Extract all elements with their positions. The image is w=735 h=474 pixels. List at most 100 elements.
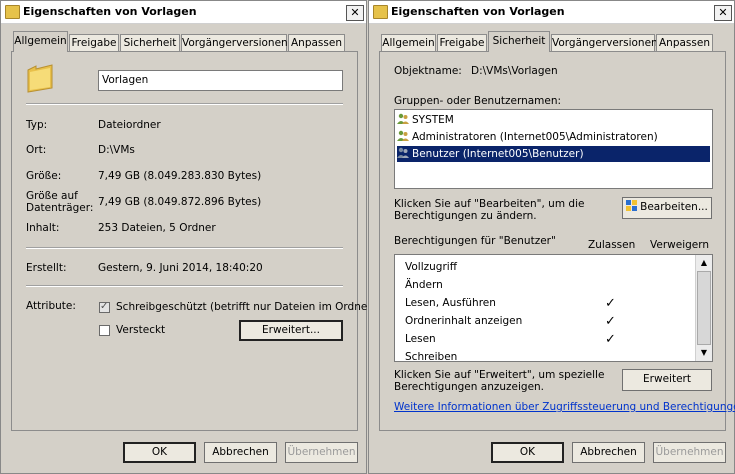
shield-icon — [626, 199, 638, 211]
readonly-label: Schreibgeschützt (betrifft nur Dateien i… — [116, 301, 376, 313]
users-icon — [397, 147, 409, 159]
readonly-checkbox[interactable]: ✓ — [99, 301, 110, 313]
window-title: Eigenschaften von Vorlagen — [23, 5, 197, 18]
groups-label: Gruppen- oder Benutzernamen: — [394, 95, 562, 107]
folder-large-icon — [26, 62, 54, 94]
edit-button-label: Bearbeiten... — [640, 201, 708, 213]
size-on-disk-label-2: Datenträger: — [26, 202, 94, 214]
hidden-checkbox[interactable] — [99, 325, 110, 336]
user-name: SYSTEM — [412, 114, 454, 126]
folder-icon — [5, 5, 20, 19]
content-label: Inhalt: — [26, 222, 60, 234]
user-name: Benutzer (Internet005\Benutzer) — [412, 148, 584, 160]
permission-row: Vollzugriff — [405, 259, 457, 275]
type-value: Dateiordner — [98, 119, 161, 131]
scroll-down-icon[interactable]: ▼ — [697, 346, 711, 360]
allow-check-icon: ✓ — [605, 296, 616, 311]
object-name-label: Objektname: — [394, 65, 462, 77]
allow-check-icon: ✓ — [605, 314, 616, 329]
list-item[interactable]: SYSTEM — [397, 112, 710, 128]
close-button[interactable]: ✕ — [714, 5, 732, 21]
created-value: Gestern, 9. Juni 2014, 18:40:20 — [98, 262, 263, 274]
permission-row: Schreiben — [405, 349, 458, 362]
separator — [26, 247, 343, 249]
object-name-value: D:\VMs\Vorlagen — [471, 65, 558, 77]
cancel-button[interactable]: Abbrechen — [572, 442, 645, 463]
tab-allgemein[interactable]: Allgemein — [381, 34, 436, 51]
tab-anpassen[interactable]: Anpassen — [656, 34, 713, 51]
tab-anpassen[interactable]: Anpassen — [288, 34, 345, 51]
type-label: Typ: — [26, 119, 48, 131]
size-on-disk-value: 7,49 GB (8.049.872.896 Bytes) — [98, 196, 262, 208]
created-label: Erstellt: — [26, 262, 67, 274]
size-label: Größe: — [26, 170, 62, 182]
content-value: 253 Dateien, 5 Ordner — [98, 222, 216, 234]
list-item-selected[interactable]: Benutzer (Internet005\Benutzer) — [397, 146, 710, 162]
permission-name: Lesen — [405, 333, 436, 345]
separator — [26, 103, 343, 105]
tab-sicherheit[interactable]: Sicherheit — [488, 31, 550, 52]
folder-icon — [373, 5, 388, 19]
users-icon — [397, 113, 409, 125]
size-value: 7,49 GB (8.049.283.830 Bytes) — [98, 170, 262, 182]
users-icon — [397, 130, 409, 142]
permission-row: Ändern — [405, 277, 443, 293]
location-value: D:\VMs — [98, 144, 135, 156]
allow-header: Zulassen — [588, 239, 636, 251]
tab-vorgaengerversionen[interactable]: Vorgängerversionen — [551, 34, 658, 51]
advanced-hint-2: Berechtigungen anzuzeigen. — [394, 381, 545, 393]
cancel-button[interactable]: Abbrechen — [204, 442, 277, 463]
permission-row: Lesen, Ausführen — [405, 295, 496, 311]
size-on-disk-label-1: Größe auf — [26, 190, 78, 202]
tab-strip: Allgemein Freigabe Sicherheit Vorgängerv… — [13, 31, 353, 52]
permission-name: Schreiben — [405, 351, 458, 362]
tab-allgemein[interactable]: Allgemein — [13, 31, 68, 52]
user-name: Administratoren (Internet005\Administrat… — [412, 131, 658, 143]
title-bar: Eigenschaften von Vorlagen ✕ — [369, 1, 734, 24]
check-icon: ✓ — [100, 301, 109, 312]
deny-header: Verweigern — [650, 239, 710, 251]
permission-row: Lesen — [405, 331, 436, 347]
title-bar: Eigenschaften von Vorlagen ✕ — [1, 1, 366, 24]
properties-window-general: Eigenschaften von Vorlagen ✕ Allgemein F… — [0, 0, 376, 474]
user-list[interactable]: SYSTEM Administratoren (Internet005\Admi… — [394, 109, 713, 189]
tab-vorgaengerversionen[interactable]: Vorgängerversionen — [181, 34, 288, 51]
separator — [26, 285, 343, 287]
ok-button[interactable]: OK — [491, 442, 564, 463]
permission-name: Lesen, Ausführen — [405, 297, 496, 309]
ok-button[interactable]: OK — [123, 442, 196, 463]
edit-hint-1: Klicken Sie auf "Bearbeiten", um die — [394, 198, 585, 210]
properties-window-security: Eigenschaften von Vorlagen ✕ Allgemein F… — [368, 0, 735, 474]
advanced-button[interactable]: Erweitert — [622, 369, 712, 391]
apply-button[interactable]: Übernehmen — [285, 442, 358, 463]
security-panel: Objektname: D:\VMs\Vorlagen Gruppen- ode… — [379, 51, 735, 431]
advanced-button[interactable]: Erweitert... — [239, 320, 343, 341]
hidden-label: Versteckt — [116, 324, 166, 336]
edit-button[interactable]: Bearbeiten... — [622, 197, 712, 219]
tab-freigabe[interactable]: Freigabe — [69, 34, 119, 51]
tab-freigabe[interactable]: Freigabe — [437, 34, 487, 51]
window-title: Eigenschaften von Vorlagen — [391, 5, 565, 18]
location-label: Ort: — [26, 144, 47, 156]
general-panel: Vorlagen Typ: Dateiordner Ort: D:\VMs Gr… — [11, 51, 376, 431]
attributes-label: Attribute: — [26, 300, 76, 312]
tab-strip: Allgemein Freigabe Sicherheit Vorgängerv… — [381, 31, 721, 52]
scroll-up-icon[interactable]: ▲ — [697, 256, 711, 270]
edit-hint-2: Berechtigungen zu ändern. — [394, 210, 537, 222]
tab-sicherheit[interactable]: Sicherheit — [120, 34, 180, 51]
allow-check-icon: ✓ — [605, 332, 616, 347]
permissions-scrollbar[interactable]: ▲ ▼ — [695, 255, 712, 361]
permission-name: Ändern — [405, 279, 443, 291]
advanced-hint-1: Klicken Sie auf "Erweitert", um speziell… — [394, 369, 605, 381]
permission-name: Vollzugriff — [405, 261, 457, 273]
permission-name: Ordnerinhalt anzeigen — [405, 315, 523, 327]
permissions-list[interactable]: Vollzugriff Ändern Lesen, Ausführen Ordn… — [394, 254, 713, 362]
folder-name-input[interactable]: Vorlagen — [98, 70, 343, 91]
permissions-label: Berechtigungen für "Benutzer" — [394, 235, 556, 247]
list-item[interactable]: Administratoren (Internet005\Administrat… — [397, 129, 710, 145]
more-info-link[interactable]: Weitere Informationen über Zugriffssteue… — [394, 401, 735, 413]
close-button[interactable]: ✕ — [346, 5, 364, 21]
permission-row: Ordnerinhalt anzeigen — [405, 313, 522, 329]
apply-button[interactable]: Übernehmen — [653, 442, 726, 463]
scroll-thumb[interactable] — [697, 271, 711, 345]
